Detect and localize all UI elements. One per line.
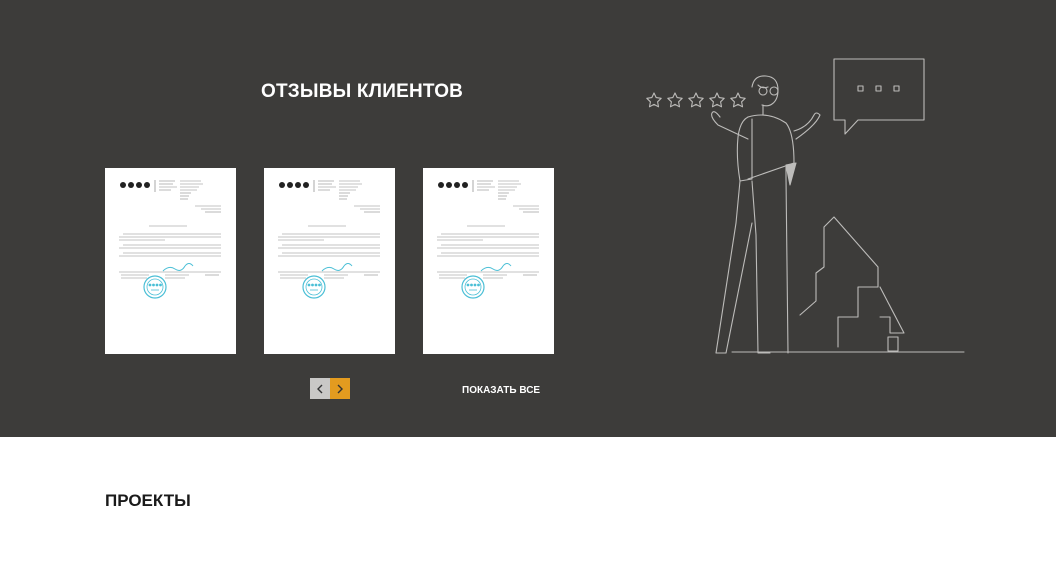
slider-next-button[interactable] [330, 378, 350, 399]
projects-title: ПРОЕКТЫ [105, 491, 191, 510]
review-letter-thumbnail [437, 180, 539, 299]
review-letter-card[interactable] [105, 168, 236, 354]
chevron-right-icon [337, 384, 343, 393]
review-letter-card[interactable] [264, 168, 395, 354]
slider-navigation [310, 378, 350, 399]
star-icon [646, 92, 746, 108]
stairs [731, 216, 965, 353]
reviews-section: ОТЗЫВЫ КЛИЕНТОВ ПОКАЗАТЬ ВСЕ [0, 0, 1056, 437]
show-all-link[interactable]: ПОКАЗАТЬ ВСЕ [462, 385, 540, 396]
review-letter-thumbnail [278, 180, 380, 299]
review-letter-card[interactable] [423, 168, 554, 354]
chat-bubble-icon [833, 58, 925, 135]
chevron-left-icon [317, 384, 323, 393]
reviews-illustration [646, 58, 965, 354]
review-letter-thumbnail [119, 180, 221, 299]
reviews-title: ОТЗЫВЫ КЛИЕНТОВ [261, 81, 464, 102]
slider-prev-button[interactable] [310, 378, 330, 399]
